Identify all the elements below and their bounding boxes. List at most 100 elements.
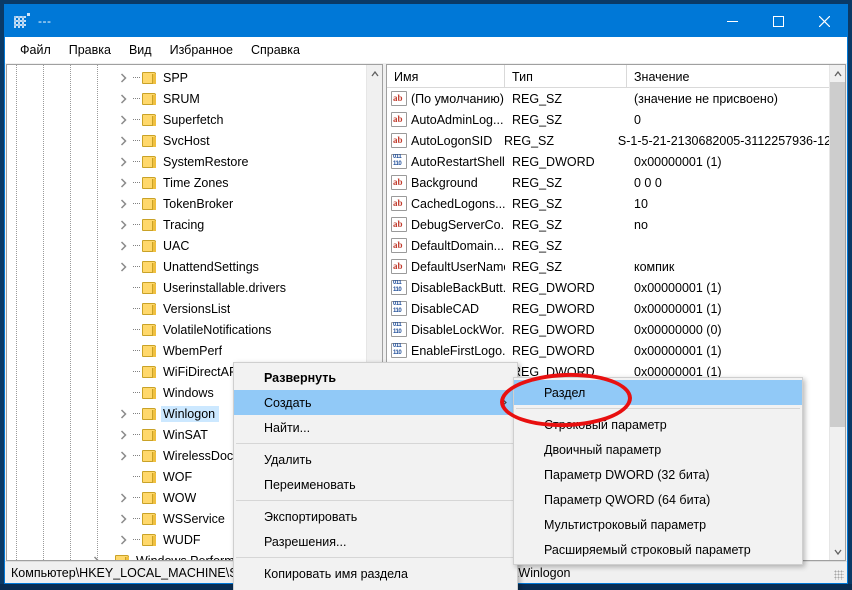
chevron-right-icon[interactable] [115, 487, 131, 508]
value-row[interactable]: (По умолчанию) REG_SZ (значение не присвое… [387, 88, 829, 109]
value-row[interactable]: DisableBackButt... REG_DWORD 0x00000001 (1… [387, 277, 829, 298]
minimize-icon[interactable] [709, 5, 755, 37]
tree-leaf-marker [115, 361, 131, 382]
menu-item-view[interactable]: Вид [120, 40, 161, 60]
tree-item-wbemperf[interactable]: WbemPerf [7, 340, 366, 361]
chevron-right-icon[interactable] [115, 130, 131, 151]
menu-item[interactable]: Мультистроковый параметр [514, 512, 802, 537]
menu-item-favorites[interactable]: Избранное [161, 40, 242, 60]
column-header-name[interactable]: Имя [387, 65, 505, 88]
value-row[interactable]: AutoAdminLog... REG_SZ 0 [387, 109, 829, 130]
close-icon[interactable] [801, 5, 847, 37]
string-value-icon [391, 196, 407, 211]
value-row[interactable]: DisableCAD REG_DWORD 0x00000001 (1) [387, 298, 829, 319]
menu-item[interactable]: Развернуть [234, 365, 517, 390]
tree-item-spp[interactable]: SPP [7, 67, 366, 88]
column-header-value[interactable]: Значение [627, 65, 845, 88]
value-row[interactable]: DisableLockWor... REG_DWORD 0x00000000 (0) [387, 319, 829, 340]
chevron-right-icon[interactable] [115, 151, 131, 172]
chevron-right-icon[interactable] [115, 172, 131, 193]
value-row[interactable]: EnableFirstLogo... REG_DWORD 0x00000001 (1… [387, 340, 829, 361]
chevron-right-icon[interactable] [88, 550, 104, 560]
chevron-right-icon[interactable] [115, 67, 131, 88]
value-row[interactable]: DefaultUserName REG_SZ компик [387, 256, 829, 277]
maximize-icon[interactable] [755, 5, 801, 37]
menu-item[interactable]: Разрешения... [234, 529, 517, 554]
new-submenu[interactable]: Раздел Строковый параметр Двоичный парамет… [513, 377, 803, 565]
tree-leaf-marker [115, 382, 131, 403]
chevron-right-icon[interactable] [115, 424, 131, 445]
menu-item-label: Параметр DWORD (32 бита) [544, 467, 710, 482]
tree-guide-line [131, 88, 141, 109]
tree-item-unattendsettings[interactable]: UnattendSettings [7, 256, 366, 277]
chevron-right-icon[interactable] [115, 508, 131, 529]
menu-item[interactable]: Параметр DWORD (32 бита) [514, 462, 802, 487]
tree-item-userinstallable-drivers[interactable]: Userinstallable.drivers [7, 277, 366, 298]
tree-item-time-zones[interactable]: Time Zones [7, 172, 366, 193]
value-data-cell: 0x00000001 (1) [634, 280, 722, 295]
value-row[interactable]: DebugServerCo... REG_SZ no [387, 214, 829, 235]
chevron-right-icon[interactable] [115, 529, 131, 550]
tree-item-volatilenotifications[interactable]: VolatileNotifications [7, 319, 366, 340]
value-type-cell: REG_DWORD [512, 280, 595, 295]
menu-item-help[interactable]: Справка [242, 40, 309, 60]
tree-item-systemrestore[interactable]: SystemRestore [7, 151, 366, 172]
folder-icon [141, 323, 158, 337]
folder-icon [141, 533, 158, 547]
tree-context-menu[interactable]: Развернуть Создать Найти... Удалить Переимен… [233, 362, 518, 590]
tree-item-label: SystemRestore [163, 154, 249, 169]
menu-item[interactable]: Параметр QWORD (64 бита) [514, 487, 802, 512]
tree-item-uac[interactable]: UAC [7, 235, 366, 256]
resize-grip[interactable] [834, 570, 844, 580]
value-name-text: DisableLockWor... [411, 322, 505, 337]
menu-item[interactable]: Двоичный параметр [514, 437, 802, 462]
menu-item-edit[interactable]: Правка [60, 40, 120, 60]
tree-item-tokenbroker[interactable]: TokenBroker [7, 193, 366, 214]
tree-item-svchost[interactable]: SvcHost [7, 130, 366, 151]
string-value-icon [391, 133, 407, 148]
value-type-cell: REG_DWORD [512, 322, 595, 337]
chevron-right-icon[interactable] [115, 445, 131, 466]
values-vertical-scrollbar[interactable] [829, 65, 845, 560]
tree-item-superfetch[interactable]: Superfetch [7, 109, 366, 130]
string-value-icon [391, 175, 407, 190]
menu-item[interactable]: Экспортировать [234, 504, 517, 529]
column-header-type[interactable]: Тип [505, 65, 627, 88]
menu-item[interactable]: Удалить [234, 447, 517, 472]
tree-guide-line [131, 340, 141, 361]
value-row[interactable]: AutoRestartShell REG_DWORD 0x00000001 (1) [387, 151, 829, 172]
chevron-right-icon[interactable] [115, 214, 131, 235]
menu-item[interactable]: Строковый параметр [514, 412, 802, 437]
scroll-up-icon[interactable] [367, 65, 382, 82]
value-row[interactable]: Background REG_SZ 0 0 0 [387, 172, 829, 193]
chevron-right-icon[interactable] [115, 88, 131, 109]
tree-item-label: Tracing [163, 217, 205, 232]
menu-item[interactable]: Переименовать [234, 472, 517, 497]
value-row[interactable]: DefaultDomain... REG_SZ [387, 235, 829, 256]
menu-item[interactable]: Расширяемый строковый параметр [514, 537, 802, 562]
chevron-right-icon[interactable] [115, 109, 131, 130]
value-row[interactable]: AutoLogonSID REG_SZ S-1-5-21-2130682005-31… [387, 130, 829, 151]
tree-item-tracing[interactable]: Tracing [7, 214, 366, 235]
menu-item[interactable]: Найти... [234, 415, 517, 440]
chevron-right-icon[interactable] [115, 403, 131, 424]
scroll-up-icon[interactable] [830, 65, 845, 82]
scroll-down-icon[interactable] [830, 543, 845, 560]
tree-item-srum[interactable]: SRUM [7, 88, 366, 109]
chevron-right-icon[interactable] [115, 235, 131, 256]
menu-item[interactable]: Перейти в раздел HKEY_CURRENT_USER [234, 586, 517, 590]
menu-item[interactable]: Создать [234, 390, 517, 415]
value-name-text: CachedLogons... [411, 196, 505, 211]
chevron-right-icon[interactable] [115, 193, 131, 214]
scrollbar-thumb[interactable] [830, 82, 845, 427]
menu-item[interactable]: Раздел [514, 380, 802, 405]
value-row[interactable]: CachedLogons... REG_SZ 10 [387, 193, 829, 214]
menu-item[interactable]: Копировать имя раздела [234, 561, 517, 586]
string-value-icon [391, 259, 407, 274]
menu-item-file[interactable]: Файл [11, 40, 60, 60]
chevron-right-icon[interactable] [115, 256, 131, 277]
value-type-cell: REG_SZ [512, 196, 563, 211]
tree-item-versionslist[interactable]: VersionsList [7, 298, 366, 319]
